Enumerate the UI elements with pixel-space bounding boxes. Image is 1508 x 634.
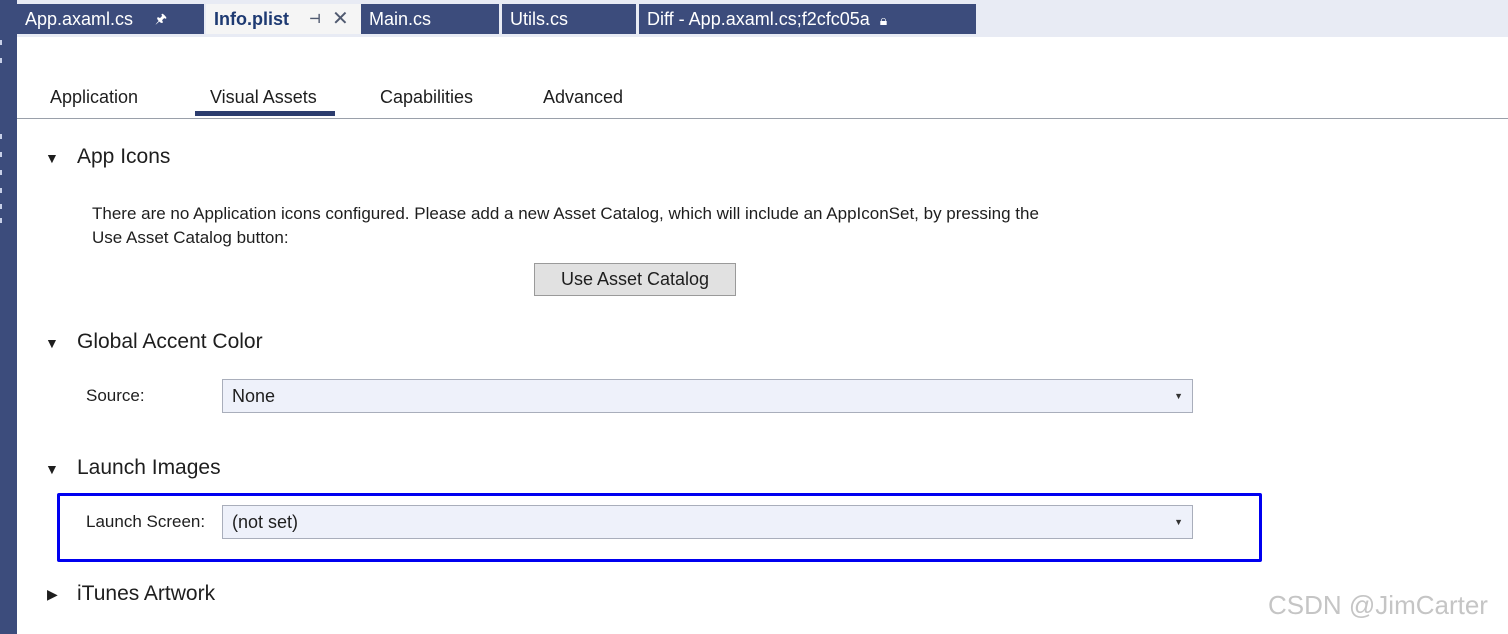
document-tab-utils-cs[interactable]: Utils.cs (502, 4, 636, 34)
pin-icon[interactable]: 🖈 (155, 4, 167, 34)
chevron-down-icon[interactable]: ▼ (45, 461, 59, 477)
chevron-down-icon[interactable]: ▼ (45, 150, 59, 166)
document-tab-main-cs[interactable]: Main.cs (361, 4, 499, 34)
close-icon[interactable]: ✕ (332, 4, 349, 34)
active-tab-indicator (195, 111, 335, 116)
tab-label: Utils.cs (510, 9, 568, 29)
source-label: Source: (86, 386, 145, 405)
chevron-right-icon[interactable]: ▶ (47, 586, 58, 603)
tab-advanced[interactable]: Advanced (543, 87, 623, 108)
tab-application[interactable]: Application (50, 87, 138, 108)
section-title-app-icons[interactable]: App Icons (77, 145, 170, 169)
launch-screen-dropdown[interactable]: (not set) ▼ (222, 505, 1193, 539)
document-tab-info-plist[interactable]: Info.plist ⊣ ✕ (206, 4, 376, 34)
section-title-launch-images[interactable]: Launch Images (77, 456, 221, 480)
chevron-down-icon[interactable]: ▼ (45, 335, 59, 351)
tab-label: Info.plist (214, 9, 289, 29)
source-dropdown[interactable]: None ▼ (222, 379, 1193, 413)
editor-page-tabs: Application Visual Assets Capabilities A… (17, 37, 1508, 119)
app-icons-description: There are no Application icons configure… (92, 202, 1182, 250)
description-line: Use Asset Catalog button: (92, 228, 289, 247)
dropdown-arrow-icon: ▼ (1174, 517, 1183, 527)
watermark: CSDN @JimCarter (1268, 590, 1488, 620)
section-title-itunes-artwork[interactable]: iTunes Artwork (77, 582, 215, 606)
use-asset-catalog-button[interactable]: Use Asset Catalog (534, 263, 736, 296)
dropdown-arrow-icon: ▼ (1174, 391, 1183, 401)
document-tab-app-axaml-cs[interactable]: App.axaml.cs 🖈 (17, 4, 204, 34)
document-tab-strip: App.axaml.cs 🖈 Info.plist ⊣ ✕ Main.cs Ut… (17, 0, 1508, 37)
description-line: There are no Application icons configure… (92, 204, 1039, 223)
tab-label: App.axaml.cs (25, 9, 134, 29)
launch-screen-label: Launch Screen: (86, 512, 206, 531)
section-title-global-accent-color[interactable]: Global Accent Color (77, 330, 263, 354)
document-tab-diff-app-axaml-cs[interactable]: Diff - App.axaml.cs;f2cfc05a 🔒︎ (639, 4, 976, 34)
tab-visual-assets[interactable]: Visual Assets (210, 87, 317, 108)
tab-label: Diff - App.axaml.cs;f2cfc05a (647, 9, 870, 29)
left-tool-rail (0, 0, 17, 634)
pin-icon[interactable]: ⊣ (309, 4, 321, 34)
tab-capabilities[interactable]: Capabilities (380, 87, 473, 108)
tab-label: Main.cs (369, 9, 432, 29)
launch-screen-value: (not set) (232, 512, 299, 532)
lock-icon: 🔒︎ (879, 12, 888, 28)
source-value: None (232, 386, 276, 406)
